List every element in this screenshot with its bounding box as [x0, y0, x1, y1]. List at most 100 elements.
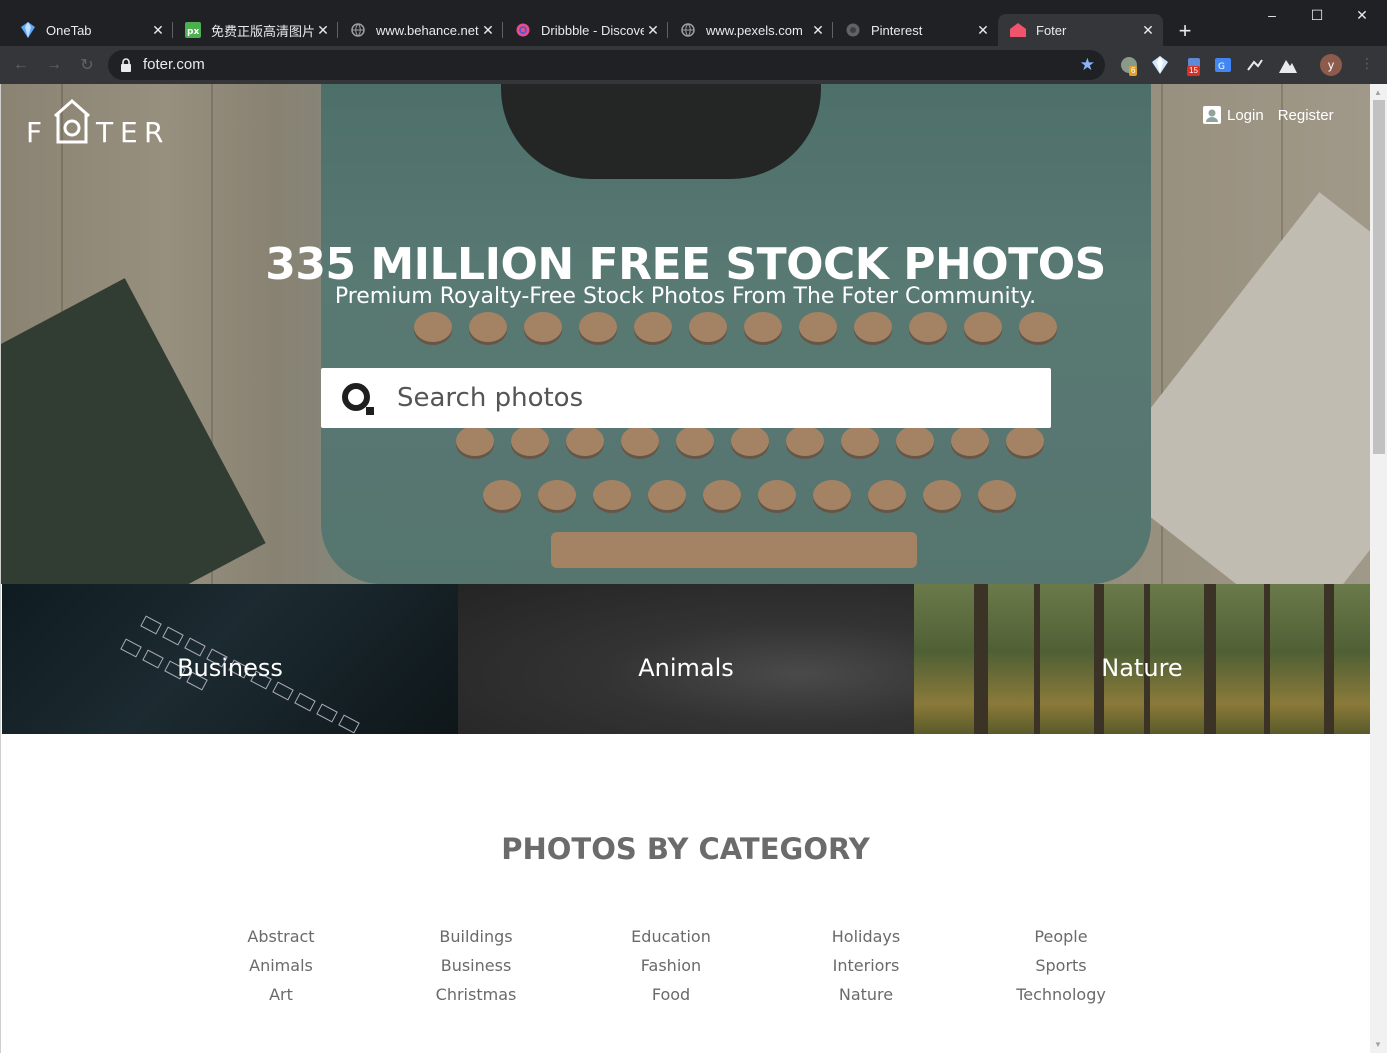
category-link[interactable]: Buildings — [386, 922, 566, 951]
featured-category-business[interactable]: Business — [2, 584, 458, 734]
category-column: Abstract Animals Art — [191, 922, 371, 1009]
page-scrollbar[interactable]: ▲ ▼ — [1370, 84, 1387, 1053]
tab-title: www.behance.net — [376, 22, 479, 38]
featured-category-nature[interactable]: Nature — [914, 584, 1370, 734]
maximize-icon[interactable]: ☐ — [1303, 4, 1331, 26]
tab-title: OneTab — [46, 22, 92, 38]
reload-icon[interactable]: ↻ — [76, 54, 98, 76]
foter-house-icon — [1010, 22, 1026, 38]
featured-categories: Business Animals Nature — [2, 584, 1370, 734]
globe-icon — [350, 22, 366, 38]
category-link[interactable]: Nature — [776, 980, 956, 1009]
hero-banner: F T E R Login Register 335 MILLION FREE … — [1, 84, 1370, 584]
search-icon[interactable] — [341, 382, 377, 418]
section-title: PHOTOS BY CATEGORY — [501, 832, 870, 866]
tab-title: www.pexels.com — [706, 22, 803, 38]
logo-letter: F — [26, 116, 45, 149]
close-tab-icon[interactable]: ✕ — [314, 21, 332, 39]
category-column: Buildings Business Christmas — [386, 922, 566, 1009]
logo-letter: T — [96, 116, 116, 149]
browser-chrome: OneTab ✕ px 免费正版高清图片素材 ✕ www.behance.net… — [0, 0, 1387, 84]
category-link[interactable]: Holidays — [776, 922, 956, 951]
tab-title: Foter — [1036, 22, 1067, 38]
mountain-extension-icon[interactable] — [1278, 55, 1298, 75]
category-link[interactable]: Education — [581, 922, 761, 951]
tab-behance[interactable]: www.behance.net ✕ — [338, 14, 503, 46]
close-window-icon[interactable]: ✕ — [1348, 4, 1376, 26]
extension-circle-icon[interactable]: 6 — [1119, 55, 1139, 76]
login-link[interactable]: Login — [1227, 107, 1264, 124]
category-link[interactable]: Abstract — [191, 922, 371, 951]
back-icon[interactable]: ← — [10, 54, 32, 76]
bookmark-star-icon[interactable]: ★ — [1080, 55, 1095, 75]
category-link[interactable]: Business — [386, 951, 566, 980]
svg-text:px: px — [187, 27, 199, 37]
category-link[interactable]: Christmas — [386, 980, 566, 1009]
screenshot-extension-icon[interactable] — [1245, 55, 1265, 75]
tab-px[interactable]: px 免费正版高清图片素材 ✕ — [173, 14, 338, 46]
foter-page: F T E R Login Register 335 MILLION FREE … — [0, 84, 1387, 1053]
extension-badge: 15 — [1187, 66, 1200, 76]
onetab-icon — [20, 22, 36, 38]
scrollbar-thumb[interactable] — [1373, 100, 1385, 454]
close-tab-icon[interactable]: ✕ — [479, 21, 497, 39]
new-tab-button[interactable]: + — [1172, 18, 1198, 44]
extension-badge: 6 — [1129, 66, 1138, 76]
auth-links: Login Register — [1203, 106, 1334, 124]
user-icon — [1203, 106, 1221, 124]
tab-strip: OneTab ✕ px 免费正版高清图片素材 ✕ www.behance.net… — [0, 0, 1387, 46]
close-tab-icon[interactable]: ✕ — [809, 21, 827, 39]
translate-extension-icon[interactable]: G — [1213, 55, 1233, 75]
profile-avatar[interactable]: y — [1320, 54, 1342, 76]
featured-category-label: Business — [177, 654, 283, 682]
featured-category-animals[interactable]: Animals — [458, 584, 914, 734]
category-link[interactable]: Technology — [971, 980, 1151, 1009]
tab-onetab[interactable]: OneTab ✕ — [8, 14, 173, 46]
scroll-up-icon[interactable]: ▲ — [1374, 88, 1382, 97]
pinterest-icon — [845, 22, 861, 38]
featured-category-label: Nature — [1101, 654, 1183, 682]
category-link[interactable]: Fashion — [581, 951, 761, 980]
dribbble-icon — [515, 22, 531, 38]
menu-dots-icon[interactable]: ⋮ — [1360, 55, 1374, 72]
category-link[interactable]: Sports — [971, 951, 1151, 980]
forward-icon[interactable]: → — [43, 54, 65, 76]
close-tab-icon[interactable]: ✕ — [149, 21, 167, 39]
pexels-px-icon: px — [185, 22, 201, 38]
tab-title: 免费正版高清图片素材 — [211, 23, 314, 39]
category-link[interactable]: People — [971, 922, 1151, 951]
category-column: People Sports Technology — [971, 922, 1151, 1009]
search-input[interactable] — [397, 378, 1017, 418]
close-tab-icon[interactable]: ✕ — [644, 21, 662, 39]
tabs-extension-icon[interactable]: 15 — [1184, 55, 1204, 76]
category-link[interactable]: Food — [581, 980, 761, 1009]
lock-icon — [120, 58, 134, 72]
featured-category-label: Animals — [638, 654, 734, 682]
close-tab-icon[interactable]: ✕ — [974, 21, 992, 39]
category-link[interactable]: Interiors — [776, 951, 956, 980]
hero-title: 335 MILLION FREE STOCK PHOTOS — [265, 239, 1106, 290]
tab-dribbble[interactable]: Dribbble - Discover ✕ — [503, 14, 668, 46]
close-tab-icon[interactable]: ✕ — [1139, 21, 1157, 39]
logo-letter: E — [120, 116, 140, 149]
category-link[interactable]: Art — [191, 980, 371, 1009]
browser-toolbar: ← → ↻ foter.com ★ 6 15 G y ⋮ — [0, 46, 1387, 84]
url-text: foter.com — [143, 56, 205, 73]
tab-title: Dribbble - Discover — [541, 22, 644, 38]
svg-text:G: G — [1218, 62, 1225, 72]
scroll-down-icon[interactable]: ▼ — [1374, 1040, 1382, 1049]
search-box — [321, 368, 1051, 428]
house-logo-icon — [54, 98, 90, 144]
category-column: Education Fashion Food — [581, 922, 761, 1009]
category-link[interactable]: Animals — [191, 951, 371, 980]
register-link[interactable]: Register — [1278, 107, 1334, 124]
minimize-icon[interactable]: – — [1258, 4, 1286, 26]
tab-pinterest[interactable]: Pinterest ✕ — [833, 14, 998, 46]
address-bar[interactable]: foter.com ★ — [108, 50, 1105, 80]
foter-logo[interactable]: F T E R — [26, 98, 166, 149]
diamond-extension-icon[interactable] — [1150, 55, 1170, 75]
tab-pexels[interactable]: www.pexels.com ✕ — [668, 14, 833, 46]
globe-icon — [680, 22, 696, 38]
tab-foter[interactable]: Foter ✕ — [998, 14, 1163, 46]
tab-title: Pinterest — [871, 22, 923, 38]
